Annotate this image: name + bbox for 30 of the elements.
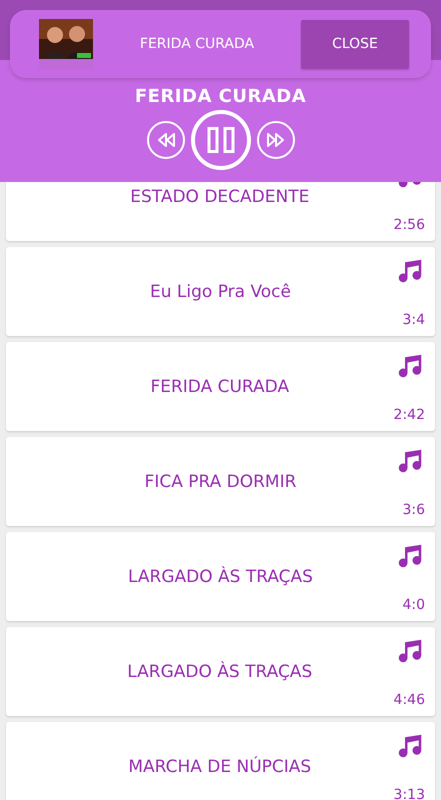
song-title: FICA PRA DORMIR: [144, 472, 298, 492]
song-card[interactable]: MARCHA DE NÚPCIAS 3:13: [6, 722, 435, 800]
pause-icon: [206, 127, 234, 153]
play-pause-button[interactable]: [190, 110, 250, 170]
song-card[interactable]: LARGADO ÀS TRAÇAS 4:0: [6, 532, 435, 621]
fast-forward-icon: [266, 132, 286, 148]
song-duration: 4:46: [394, 692, 425, 708]
song-card[interactable]: ESTADO DECADENTE 2:56: [6, 182, 435, 241]
song-card[interactable]: LARGADO ÀS TRAÇAS 4:46: [6, 627, 435, 716]
rewind-icon: [156, 132, 176, 148]
now-playing-title: FERIDA CURADA: [134, 86, 306, 107]
song-duration: 2:56: [394, 216, 425, 232]
song-duration: 3:13: [394, 786, 425, 800]
song-duration: 2:42: [394, 406, 425, 422]
song-duration: 4:0: [402, 596, 425, 612]
song-title: MARCHA DE NÚPCIAS: [127, 756, 312, 776]
song-duration: 3:6: [402, 502, 425, 518]
close-button[interactable]: CLOSE: [301, 20, 409, 68]
song-duration: 3:4: [402, 312, 425, 328]
song-title: FERIDA CURADA: [149, 376, 290, 396]
fast-forward-button[interactable]: [256, 121, 294, 159]
song-card[interactable]: Eu Ligo Pra Você 3:4: [6, 247, 435, 336]
song-card[interactable]: FICA PRA DORMIR 3:6: [6, 437, 435, 526]
song-title: LARGADO ÀS TRAÇAS: [126, 662, 314, 682]
song-title: LARGADO ÀS TRAÇAS: [127, 566, 314, 586]
rewind-button[interactable]: [146, 121, 184, 159]
song-card[interactable]: FERIDA CURADA 2:42: [6, 342, 435, 431]
song-title: Eu Ligo Pra Você: [149, 282, 292, 302]
song-title: FERIDA CURADA: [138, 36, 256, 52]
song-title: ESTADO DECADENTE: [129, 186, 310, 206]
